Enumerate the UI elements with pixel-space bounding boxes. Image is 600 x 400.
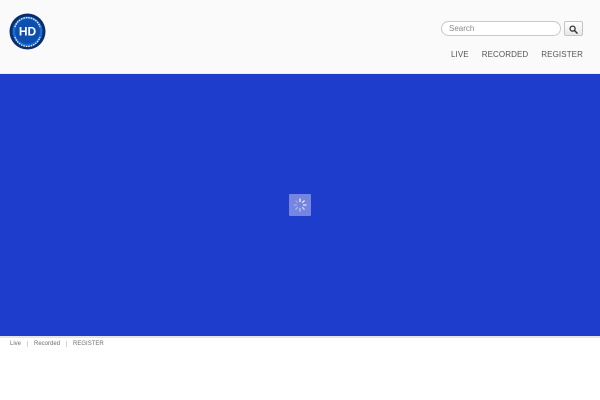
player-bottom-border [0,336,600,338]
search-icon [569,25,578,34]
loading-spinner-icon [293,198,307,212]
search-form [441,21,583,37]
search-input[interactable] [441,21,561,36]
nav-live[interactable]: LIVE [451,50,469,59]
footer-divider [27,341,29,347]
footer-divider [66,341,68,347]
site-header: HD LIVE RECORDED REGISTER [0,0,600,74]
footer-nav: Live Recorded REGISTER [10,341,104,347]
hd-logo[interactable]: HD [9,13,46,50]
footer-link-register[interactable]: REGISTER [73,341,104,347]
nav-register[interactable]: REGISTER [541,50,583,59]
footer-link-live[interactable]: Live [10,341,21,347]
main-nav: LIVE RECORDED REGISTER [451,50,583,59]
nav-recorded[interactable]: RECORDED [482,50,529,59]
search-button[interactable] [564,21,583,36]
logo-text: HD [19,25,37,39]
video-player[interactable] [0,74,600,336]
footer-link-recorded[interactable]: Recorded [34,341,60,347]
loading-indicator [289,194,311,216]
